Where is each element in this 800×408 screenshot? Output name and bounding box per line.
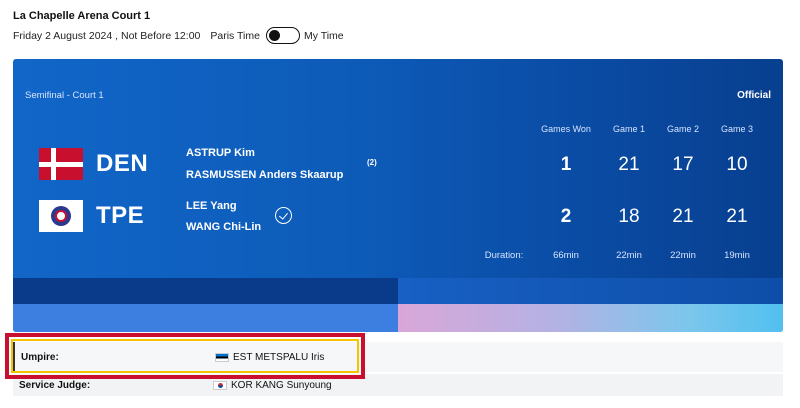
timezone-toggle[interactable] — [265, 27, 300, 44]
korea-flag-icon — [213, 380, 227, 390]
duration-label: Duration: — [484, 250, 524, 261]
decorative-gradient-band — [398, 304, 783, 332]
umpire-row: Umpire: EST METSPALU Iris — [13, 342, 783, 372]
decorative-band — [398, 278, 783, 304]
duration-game2: 22min — [670, 250, 696, 261]
match-card: Semifinal - Court 1 Official Games Won G… — [13, 59, 783, 332]
match-stage: Semifinal - Court 1 — [25, 90, 104, 101]
chinese-taipei-flag-icon — [39, 200, 83, 232]
team1-games-won: 1 — [560, 154, 572, 175]
match-date: Friday 2 August 2024 , Not Before 12:00 — [13, 29, 201, 42]
umpire-label: Umpire: — [21, 351, 59, 363]
court-title: La Chapelle Arena Court 1 — [13, 10, 151, 22]
team1-player2[interactable]: RASMUSSEN Anders Skaarup — [186, 169, 343, 181]
games-won-header: Games Won — [541, 124, 591, 134]
denmark-flag-icon — [39, 148, 83, 180]
team2-game2: 21 — [672, 206, 694, 227]
team2-game3: 21 — [726, 206, 748, 227]
team2-games-won: 2 — [560, 206, 572, 227]
court-header: La Chapelle Arena Court 1 — [13, 10, 150, 22]
team2-game1: 18 — [618, 206, 640, 227]
team1-country: DEN — [96, 150, 149, 177]
toggle-knob — [268, 29, 280, 41]
team1-game1: 21 — [618, 154, 640, 175]
my-time-label: My Time — [303, 29, 344, 42]
umpire-name: EST METSPALU Iris — [233, 351, 325, 363]
decorative-band — [13, 278, 398, 304]
match-status: Official — [737, 90, 771, 101]
duration-total: 66min — [553, 250, 579, 261]
service-judge-row: Service Judge: KOR KANG Sunyoung — [13, 374, 783, 396]
team2-country: TPE — [96, 202, 145, 229]
service-judge-value: KOR KANG Sunyoung — [213, 380, 332, 391]
team1-seed: (2) — [367, 158, 377, 167]
game3-header: Game 3 — [720, 124, 753, 134]
team2-player1[interactable]: LEE Yang — [186, 200, 237, 212]
decorative-band — [13, 304, 398, 332]
date-row: Friday 2 August 2024 , Not Before 12:00 … — [13, 27, 344, 44]
team1-game2: 17 — [672, 154, 694, 175]
duration-game1: 22min — [616, 250, 642, 261]
team1-player1[interactable]: ASTRUP Kim — [186, 147, 255, 159]
team1-game3: 10 — [726, 154, 748, 175]
duration-game3: 19min — [724, 250, 750, 261]
winner-check-icon — [275, 207, 292, 224]
team2-player2[interactable]: WANG Chi-Lin — [186, 221, 261, 233]
officials-list: Umpire: EST METSPALU Iris Service Judge:… — [13, 342, 783, 396]
paris-time-label: Paris Time — [210, 29, 260, 42]
umpire-value: EST METSPALU Iris — [215, 352, 324, 363]
estonia-flag-icon — [215, 352, 229, 362]
service-judge-label: Service Judge: — [19, 379, 91, 391]
service-judge-name: KOR KANG Sunyoung — [231, 379, 332, 391]
